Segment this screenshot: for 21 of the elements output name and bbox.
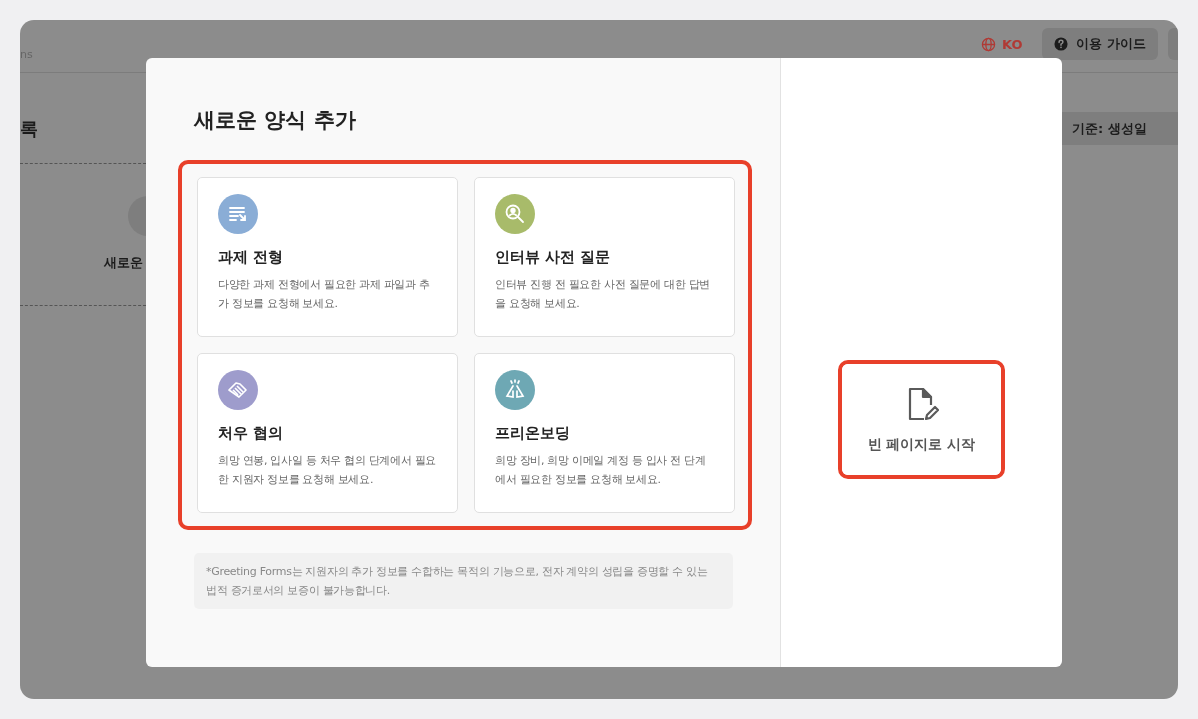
template-card[interactable]: 프리온보딩 희망 장비, 희망 이메일 계정 등 입사 전 단계에서 필요한 정보를 요청해 보세요. (474, 353, 735, 513)
template-description: 인터뷰 진행 전 필요한 사전 질문에 대한 답변을 요청해 보세요. (495, 277, 711, 312)
template-description: 희망 장비, 희망 이메일 계정 등 입사 전 단계에서 필요한 정보를 요청해 보세요. (495, 453, 707, 488)
template-description: 다양한 과제 전형에서 필요한 과제 파일과 추가 정보를 요청해 보세요. (218, 277, 431, 312)
template-card[interactable]: 처우 협의 희망 연봉, 입사일 등 처우 협의 단계에서 필요한 지원자 정보를 요청해 보세요. (197, 353, 458, 513)
template-card[interactable]: 과제 전형 다양한 과제 전형에서 필요한 과제 파일과 추가 정보를 요청해 보세요. (197, 177, 458, 337)
guide-button[interactable]: 이용 가이드 (1042, 28, 1158, 60)
new-form-label: 새로운 (104, 254, 143, 272)
template-title: 처우 협의 (218, 424, 285, 443)
blank-page-button[interactable]: 빈 페이지로 시작 (842, 364, 1001, 475)
page-heading: 록 (20, 117, 39, 141)
modal-title: 새로운 양식 추가 (194, 107, 357, 134)
template-description: 희망 연봉, 입사일 등 처우 협의 단계에서 필요한 지원자 정보를 요청해 보세요. (218, 453, 437, 488)
globe-icon (980, 36, 996, 52)
template-card[interactable]: 인터뷰 사전 질문 인터뷰 진행 전 필요한 사전 질문에 대한 답변을 요청해 보세요. (474, 177, 735, 337)
header-button[interactable] (1168, 28, 1178, 60)
template-title: 프리온보딩 (495, 424, 571, 443)
template-title: 과제 전형 (218, 248, 285, 267)
help-icon (1054, 37, 1069, 51)
template-title: 인터뷰 사전 질문 (495, 248, 612, 267)
disclaimer-note: *Greeting Forms는 지원자의 추가 정보를 수합하는 목적의 기능으로, 전자 계약의 성립을 증명할 수 있는 법적 증거로서의 보증이 불가능합니다. (194, 553, 733, 609)
